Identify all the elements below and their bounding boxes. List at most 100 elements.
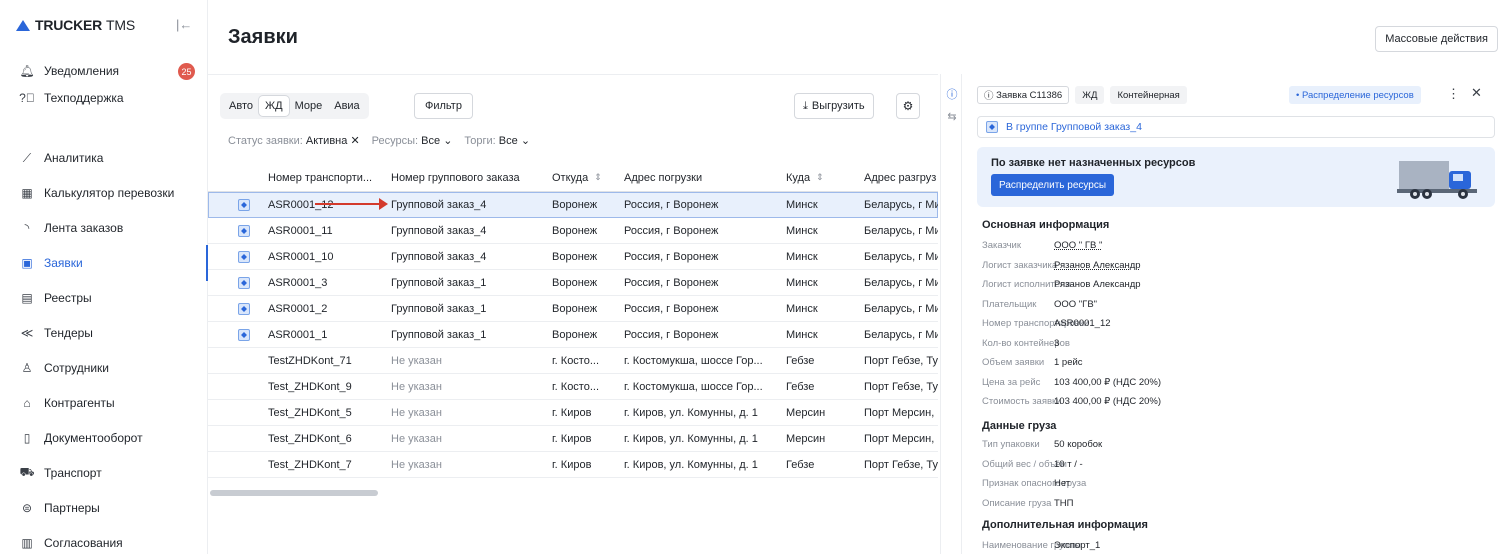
row-group-icon xyxy=(238,192,258,217)
cell-unload-address: Беларусь, г Ми xyxy=(864,276,938,289)
sidebar-item-label: Техподдержка xyxy=(44,91,124,105)
table-row[interactable]: TestZHDKont_71 Не указан г. Косто... г. Кос… xyxy=(208,348,938,374)
chip-label: Торги: xyxy=(464,135,496,147)
sidebar: TRUCKER TMS |← 🔔︎ Уведомления 25 ?⃝ Техп… xyxy=(0,0,208,554)
mode-sea-tab[interactable]: Море xyxy=(289,96,329,116)
sidebar-item-analytics[interactable]: ⟋ Аналитика xyxy=(0,140,208,176)
document-icon: ▣ xyxy=(21,256,33,270)
mode-auto-tab[interactable]: Авто xyxy=(223,96,259,116)
order-number-tag[interactable]: ⓘ Заявка С11386 xyxy=(977,86,1070,104)
collapse-sidebar-icon[interactable]: |← xyxy=(176,17,192,32)
sidebar-item-orders[interactable]: ▣ Заявки xyxy=(0,245,208,281)
cell-to: Мерсин xyxy=(786,406,826,419)
resources-filter-chip[interactable]: Ресурсы: Все ⌄ xyxy=(372,134,453,147)
group-link-label: В группе Групповой заказ_4 xyxy=(1006,121,1142,133)
sidebar-item-label: Документооборот xyxy=(44,431,143,445)
cell-group-order: Не указан xyxy=(391,458,442,471)
group-order-icon[interactable] xyxy=(238,328,250,341)
sidebar-item-transport[interactable]: ⛟ Транспорт xyxy=(0,455,208,491)
mode-air-tab[interactable]: Авиа xyxy=(328,96,365,116)
row-group-icon xyxy=(238,348,258,373)
chip-value: Все xyxy=(421,135,441,147)
more-options-icon[interactable]: ⋮ xyxy=(1447,86,1460,102)
brand-suffix: TMS xyxy=(106,17,135,33)
annotation-arrow xyxy=(315,198,388,210)
sidebar-item-calculator[interactable]: ▦ Калькулятор перевозки xyxy=(0,175,208,211)
building-icon: ⌂ xyxy=(23,396,31,410)
sidebar-item-label: Лента заказов xyxy=(44,221,124,235)
sidebar-item-employees[interactable]: ♙ Сотрудники xyxy=(0,350,208,386)
info-value: 103 400,00 ₽ (НДС 20%) xyxy=(1054,376,1162,388)
sidebar-item-tenders[interactable]: ≪ Тендеры xyxy=(0,315,208,351)
table-row[interactable]: Test_ZHDKont_9 Не указан г. Косто... г. Кос… xyxy=(208,374,938,400)
horizontal-scrollbar[interactable] xyxy=(210,490,378,496)
cell-group-order: Не указан xyxy=(391,432,442,445)
cargo-info-title: Данные груза xyxy=(982,420,1057,432)
table-row[interactable]: Test_ZHDKont_5 Не указан г. Киров г. Киров,… xyxy=(208,400,938,426)
column-header-group-order[interactable]: Номер группового заказа xyxy=(391,164,541,191)
row-group-icon xyxy=(238,452,258,477)
group-order-link[interactable]: В группе Групповой заказ_4 xyxy=(977,116,1495,138)
bids-filter-chip[interactable]: Торги: Все ⌄ xyxy=(464,134,530,147)
group-order-icon[interactable] xyxy=(238,224,250,237)
group-order-icon[interactable] xyxy=(238,276,250,289)
truck-icon: ⛟ xyxy=(19,465,35,479)
table-row[interactable]: ASR0001_3 Групповой заказ_1 Воронеж Россия,… xyxy=(208,270,938,296)
sort-icon[interactable]: ⇕ xyxy=(816,172,824,183)
sort-icon[interactable]: ⇕ xyxy=(594,172,602,183)
sidebar-item-label: Уведомления xyxy=(44,64,120,78)
column-header-unload-address[interactable]: Адрес разгруз xyxy=(864,164,938,191)
info-row: Логист заказчика Рязанов Александр xyxy=(982,260,1141,271)
column-header-from[interactable]: Откуда ⇕ xyxy=(552,164,614,191)
sidebar-item-partners[interactable]: ⊜ Партнеры xyxy=(0,490,208,526)
info-value: ТНП xyxy=(1054,497,1074,509)
sidebar-item-approvals[interactable]: ▥ Согласования xyxy=(0,525,208,554)
logo[interactable]: TRUCKER TMS xyxy=(16,16,135,34)
history-tab-icon[interactable]: ⇆ xyxy=(941,106,963,126)
table-row[interactable]: ASR0001_12 Групповой заказ_4 Воронеж Россия… xyxy=(208,192,938,218)
close-icon[interactable]: ✕ xyxy=(1471,85,1482,101)
sidebar-item-registries[interactable]: ▤ Реестры xyxy=(0,280,208,316)
help-icon: ?⃝ xyxy=(19,91,35,105)
chip-label: Ресурсы: xyxy=(371,135,419,147)
table-row[interactable]: Test_ZHDKont_6 Не указан г. Киров г. Киров,… xyxy=(208,426,938,452)
column-header-to[interactable]: Куда ⇕ xyxy=(786,164,856,191)
group-order-icon[interactable] xyxy=(238,198,250,211)
assign-resources-button[interactable]: Распределить ресурсы xyxy=(991,174,1115,196)
sidebar-item-documents[interactable]: ▯ Документооборот xyxy=(0,420,208,456)
info-row: Номер транспортировки ASR0001_12 xyxy=(982,318,1111,329)
brand-name: TRUCKER xyxy=(35,17,103,33)
table-settings-button[interactable]: ⚙ xyxy=(896,93,920,119)
close-icon[interactable]: ✕ xyxy=(350,135,359,147)
export-button[interactable]: ⤓ Выгрузить xyxy=(794,93,874,119)
sidebar-item-feed[interactable]: ◝ Лента заказов xyxy=(0,210,208,246)
table-row[interactable]: ASR0001_1 Групповой заказ_1 Воронеж Россия,… xyxy=(208,322,938,348)
group-order-icon[interactable] xyxy=(238,250,250,263)
info-tab-icon[interactable]: ⓘ xyxy=(941,84,963,104)
cell-group-order: Групповой заказ_4 xyxy=(391,198,487,211)
column-header-transport-number[interactable]: Номер транспорти... xyxy=(268,164,386,191)
sidebar-item-support[interactable]: ?⃝ Техподдержка xyxy=(0,80,208,116)
sidebar-item-label: Аналитика xyxy=(44,151,104,165)
chevron-down-icon: ⌄ xyxy=(443,135,453,147)
info-key: Общий вес / объём xyxy=(982,458,1067,470)
info-row: Стоимость заявки 103 400,00 ₽ (НДС 20%) xyxy=(982,396,1161,407)
filter-button[interactable]: Фильтр xyxy=(414,93,473,119)
table-row[interactable]: ASR0001_11 Групповой заказ_4 Воронеж Россия… xyxy=(208,218,938,244)
info-key: Тип упаковки xyxy=(982,439,1040,450)
table-row[interactable]: ASR0001_10 Групповой заказ_4 Воронеж Россия… xyxy=(208,244,938,270)
extra-info-title: Дополнительная информация xyxy=(982,519,1148,531)
mass-actions-button[interactable]: Массовые действия xyxy=(1375,26,1498,52)
sidebar-item-contractors[interactable]: ⌂ Контрагенты xyxy=(0,385,208,421)
table-row[interactable]: ASR0001_2 Групповой заказ_1 Воронеж Россия,… xyxy=(208,296,938,322)
cell-to: Минск xyxy=(786,276,818,289)
table-body: ASR0001_12 Групповой заказ_4 Воронеж Россия… xyxy=(208,192,938,478)
table-row[interactable]: Test_ZHDKont_7 Не указан г. Киров г. Киров,… xyxy=(208,452,938,478)
info-row: Логист исполнителя Рязанов Александр xyxy=(982,279,1141,290)
mode-rail-tab[interactable]: ЖД xyxy=(258,96,289,116)
cell-load-address: г. Костомукша, шоссе Гор... xyxy=(624,380,763,393)
group-order-icon[interactable] xyxy=(238,302,250,315)
column-header-load-address[interactable]: Адрес погрузки xyxy=(624,164,776,191)
cell-group-order: Групповой заказ_4 xyxy=(391,224,487,237)
status-filter-chip[interactable]: Статус заявки: Активна ✕ xyxy=(228,134,360,147)
